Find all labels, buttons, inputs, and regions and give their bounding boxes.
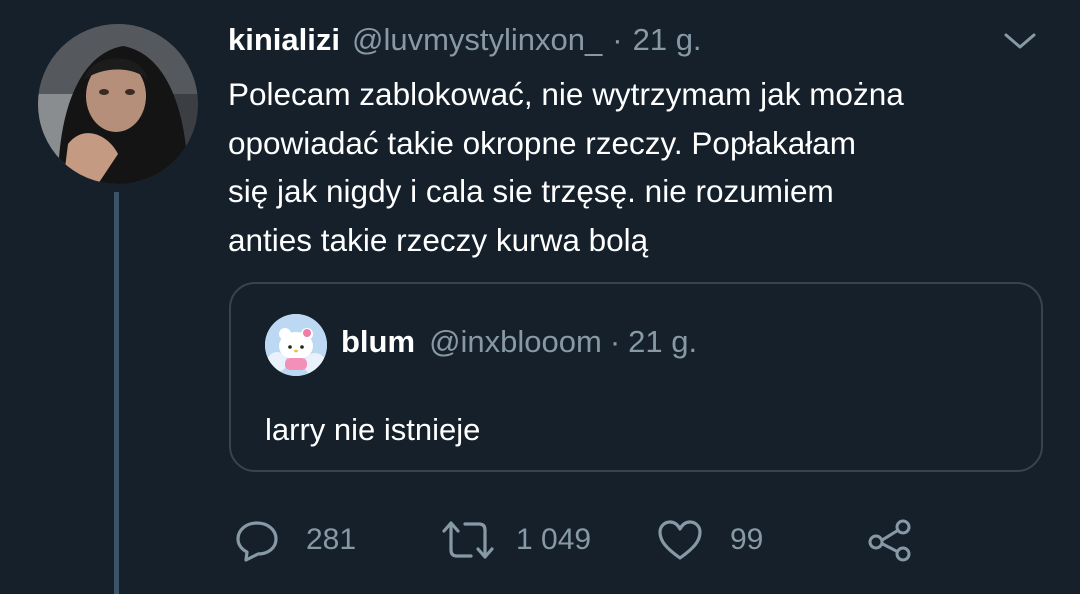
quoted-tweet-header: blum @inxblooom · 21 g. (341, 324, 697, 360)
like-button[interactable]: 99 (656, 510, 763, 570)
tweet-text: Polecam zablokować, nie wytrzymam jak mo… (228, 70, 1058, 264)
tweet-actions: 281 1 049 99 (0, 510, 1080, 570)
more-options-chevron-icon[interactable] (1000, 26, 1040, 56)
separator-dot: · (612, 22, 623, 57)
tweet-timestamp[interactable]: 21 g. (633, 22, 702, 58)
quoted-tweet-text: larry nie istnieje (265, 412, 481, 447)
separator-dot: · (609, 324, 621, 359)
tweet-text-line: Polecam zablokować, nie wytrzymam jak mo… (228, 76, 904, 112)
reply-bubble-icon (234, 517, 280, 563)
tweet-text-line: anties takie rzeczy kurwa bolą (228, 221, 649, 258)
tweet[interactable]: kinializi @luvmystylinxon_ · 21 g. Polec… (0, 0, 1080, 594)
retweet-button[interactable]: 1 049 (440, 510, 591, 570)
tweet-text-line: się jak nigdy i cala sie trzęsę. nie roz… (228, 173, 834, 209)
author-name[interactable]: kinializi (228, 22, 340, 58)
like-count: 99 (730, 523, 764, 556)
reply-button[interactable]: 281 (234, 510, 356, 570)
quoted-tweet-timestamp: 21 g. (628, 324, 698, 359)
author-avatar[interactable] (38, 24, 198, 184)
quoted-tweet[interactable]: blum @inxblooom · 21 g. larry nie istnie… (229, 282, 1043, 472)
retweet-count: 1 049 (516, 523, 592, 556)
quoted-author-name: blum (341, 324, 416, 359)
author-handle[interactable]: @luvmystylinxon_ (352, 22, 602, 58)
tweet-header: kinializi @luvmystylinxon_ · 21 g. (228, 22, 702, 62)
share-icon (866, 517, 914, 563)
quoted-author-avatar (265, 314, 327, 376)
heart-icon (656, 517, 704, 563)
share-button[interactable] (866, 510, 914, 570)
retweet-icon (440, 517, 496, 563)
quoted-author-handle: @inxblooom (429, 324, 602, 359)
tweet-text-line: opowiadać takie okropne rzeczy. Popłakał… (228, 124, 857, 161)
reply-count: 281 (306, 523, 357, 556)
